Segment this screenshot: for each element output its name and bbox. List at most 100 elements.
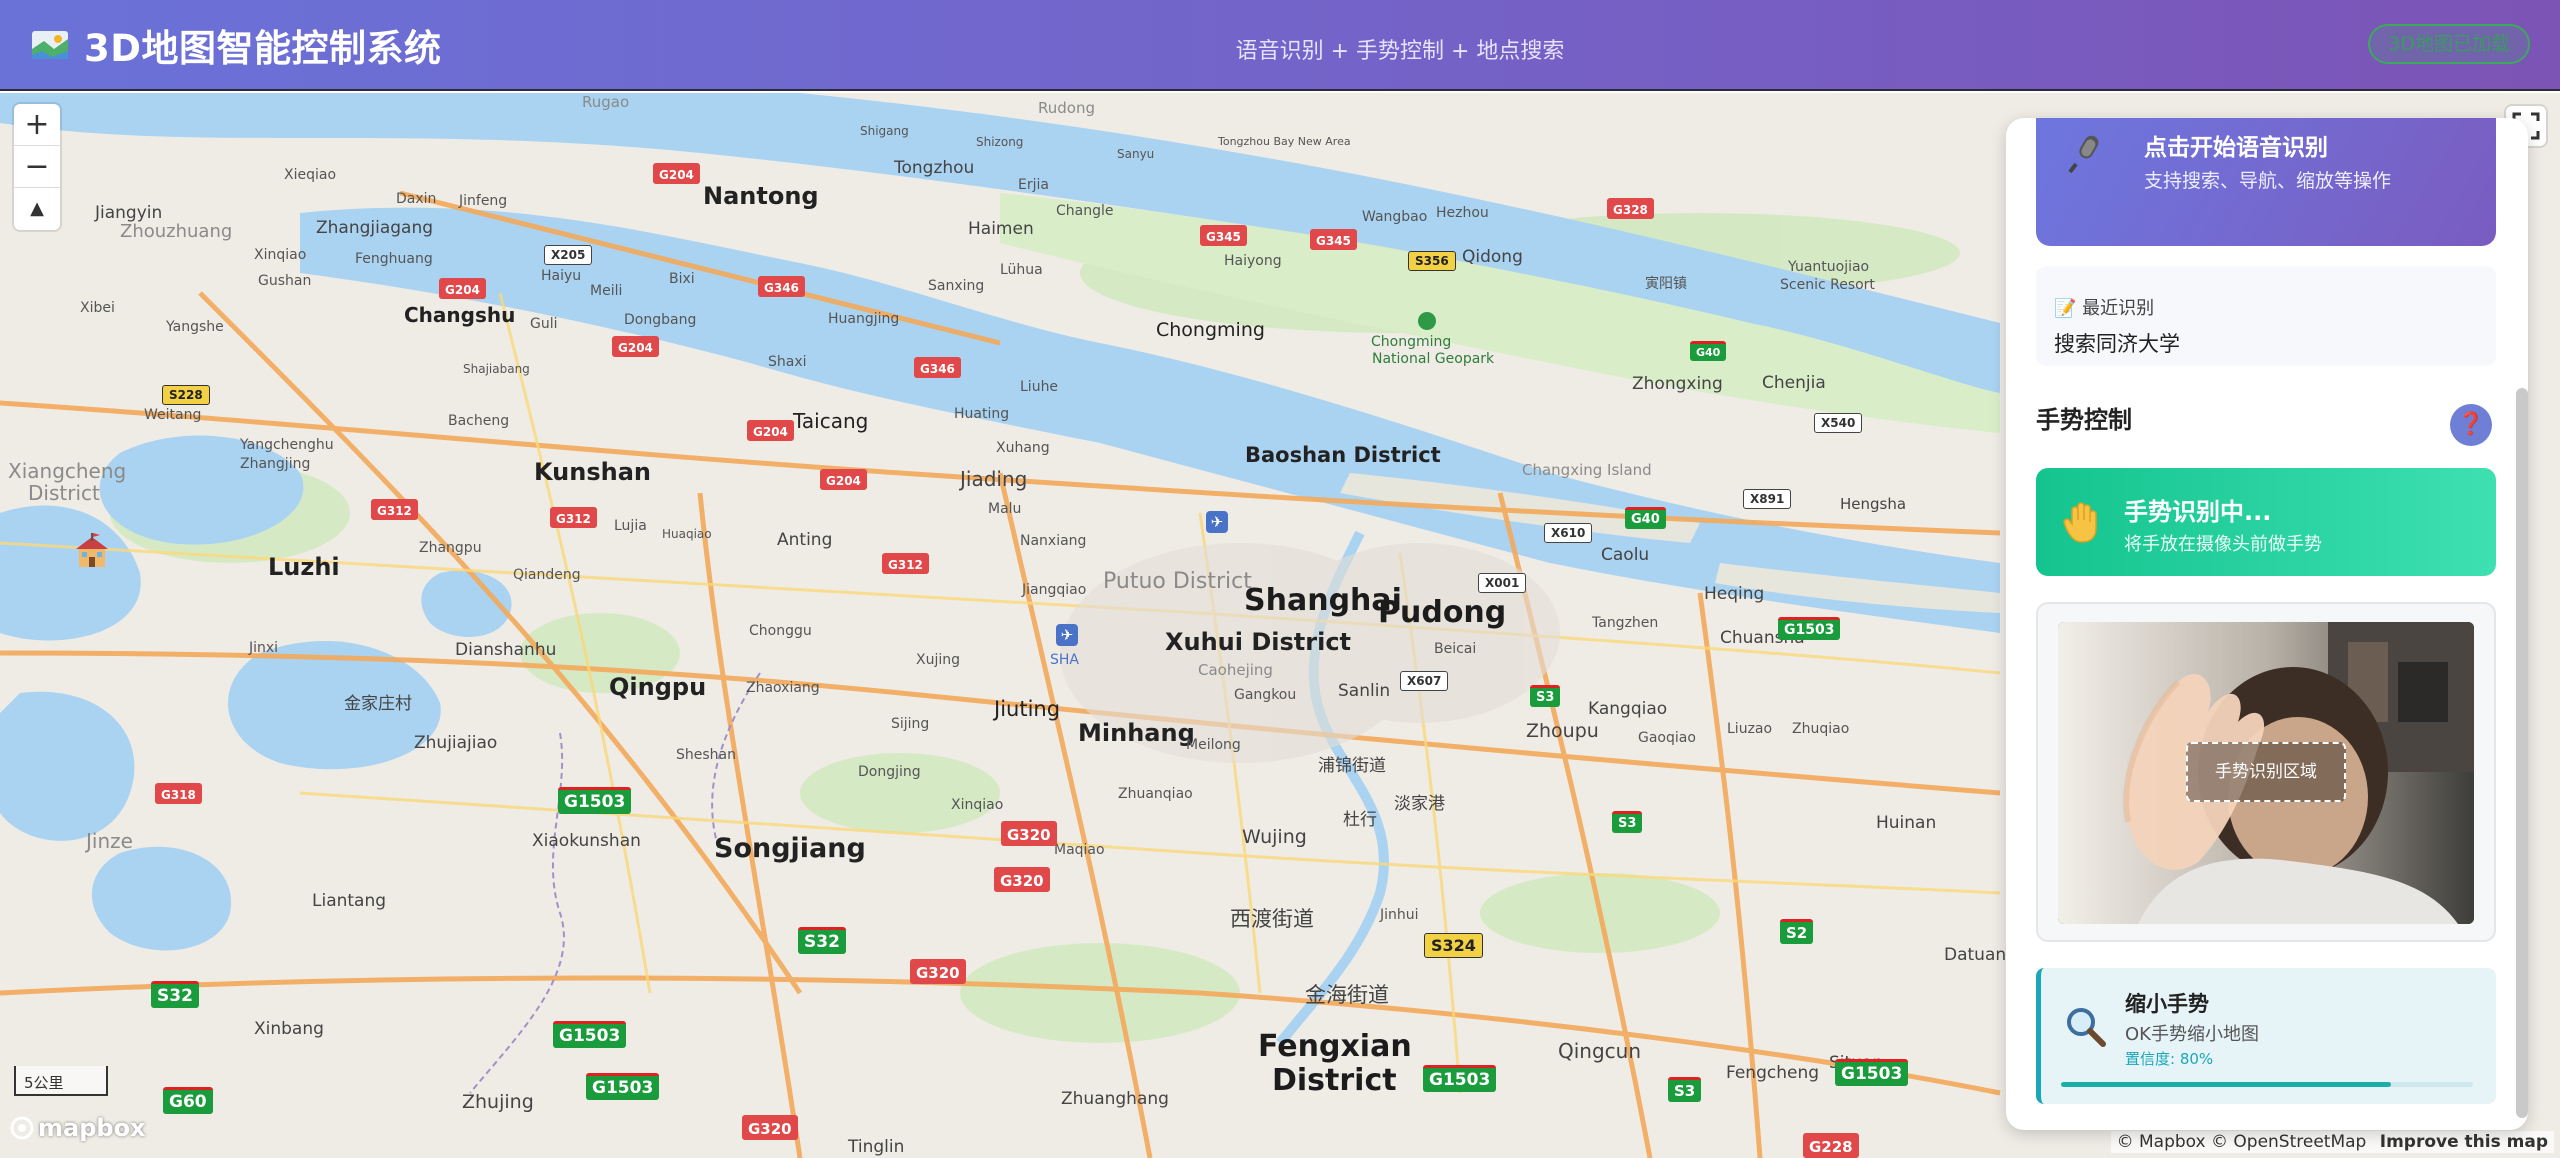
map-label-zhuanqiao: Zhuanqiao	[1118, 786, 1193, 802]
improve-map-link[interactable]: Improve this map	[2380, 1132, 2548, 1152]
map-label-qidong: Qidong	[1462, 247, 1523, 267]
road-shield-g312: G312	[550, 507, 597, 528]
map-label-xinqiao2: Xinqiao	[254, 247, 307, 263]
map-label-chongming-geopark: Chongming	[1371, 334, 1452, 350]
map-label-meili: Meili	[590, 283, 623, 299]
map-label-waixie: Gaoqiao	[1638, 730, 1696, 746]
map-label-bixi: Bixi	[669, 271, 695, 287]
map-label-shigang: Shigang	[860, 124, 909, 138]
map-label-nanxiang: Nanxiang	[1020, 533, 1087, 549]
map-label-qiandeng: Qiandeng	[513, 567, 581, 583]
map-label-dianshanhu: Dianshanhu	[455, 640, 557, 660]
map-label-zhuanghang: Zhuanghang	[1061, 1089, 1169, 1109]
map-label-qingcun: Qingcun	[1558, 1039, 1642, 1063]
attribution-text[interactable]: © Mapbox © OpenStreetMap	[2117, 1132, 2367, 1152]
map-label-baoshan: Baoshan District	[1245, 443, 1441, 467]
map-label-songjiang: Songjiang	[714, 833, 866, 864]
road-shield-x540: X540	[1814, 413, 1863, 433]
airport-icon[interactable]: ✈	[1056, 624, 1078, 646]
map-label-shizong: Shizong	[976, 135, 1024, 149]
map-label-zhujiajiao: Zhujiajiao	[414, 733, 498, 753]
road-shield-s228: S228	[162, 385, 210, 405]
map-label-haiyong: Haiyong	[1224, 253, 1282, 269]
road-shield-g320: G320	[994, 867, 1050, 892]
map-label-gushan: Gushan	[258, 273, 312, 289]
map-label-erjia: Erjia	[1018, 177, 1049, 193]
map-scale-bar: 5公里	[14, 1066, 108, 1096]
map-label-sanlin: Sanlin	[1338, 681, 1391, 701]
map-label-yinyang: 寅阳镇	[1645, 276, 1687, 292]
map-label-gangkou: Gangkou	[1234, 687, 1297, 703]
road-shield-x001: X001	[1478, 573, 1527, 593]
map-label-tongzhou-bay: Tongzhou Bay New Area	[1218, 135, 1351, 148]
zoom-in-button[interactable]: +	[14, 104, 60, 146]
road-shield-s32: S32	[798, 927, 846, 954]
map-label-fenghuang: Fenghuang	[355, 251, 433, 267]
map-label-kunshan: Kunshan	[534, 458, 651, 486]
map-label-jiuting: Jiuting	[994, 697, 1061, 721]
voice-recognition-button[interactable]: 点击开始语音识别 支持搜索、导航、缩放等操作	[2036, 118, 2496, 246]
app-header: 3D地图智能控制系统 语音识别 + 手势控制 + 地点搜索 3D地图已加载	[0, 0, 2560, 91]
map-label-weitang: Weitang	[144, 407, 202, 423]
map-label-scenic-resort: Scenic Resort	[1780, 277, 1875, 293]
road-shield-x607: X607	[1400, 671, 1449, 691]
map-label-wangbao: Wangbao	[1362, 209, 1428, 225]
road-shield-g1503: G1503	[1778, 617, 1841, 640]
map-label-fengcheng: Fengcheng	[1726, 1063, 1820, 1083]
road-shield-s3: S3	[1668, 1077, 1702, 1102]
road-shield-s356: S356	[1408, 251, 1456, 271]
hand-icon	[2062, 500, 2100, 544]
map-label-lujia: Lujia	[614, 518, 647, 534]
map-label-zhangjing: Zhangjing	[240, 456, 311, 472]
map-label-malu: Malu	[988, 501, 1022, 517]
park-marker-icon[interactable]	[1418, 312, 1436, 330]
map-label-danjiagang: 淡家港	[1394, 794, 1445, 814]
airport-icon[interactable]: ✈	[1206, 511, 1228, 533]
map-label-huating: Huating	[954, 406, 1010, 422]
map-label-pudong: Pudong	[1378, 595, 1507, 630]
map-label-maqiao: Maqiao	[1054, 842, 1105, 858]
map-label-xinqiao: Xinqiao	[951, 797, 1004, 813]
map-label-liantang: Liantang	[312, 891, 387, 911]
map-label-sanxing: Sanxing	[928, 278, 985, 294]
map-label-caolu: Caolu	[1601, 545, 1650, 565]
map-label-xieqiao: Xieqiao	[284, 167, 337, 183]
map-label-geopark: National Geopark	[1372, 351, 1495, 367]
map-label-daxin: Daxin	[396, 191, 437, 207]
road-shield-g1503: G1503	[1423, 1065, 1497, 1092]
map-label-xuhui: Xuhui District	[1165, 628, 1352, 656]
gesture-status-card[interactable]: 手势识别中... 将手放在摄像头前做手势	[2036, 468, 2496, 576]
map-label-jinhui: Jinhui	[1380, 907, 1419, 923]
road-shield-g1503: G1503	[586, 1073, 660, 1100]
map-label-xidu: 西渡街道	[1230, 907, 1314, 931]
gesture-status-subtitle: 将手放在摄像头前做手势	[2124, 534, 2322, 555]
road-shield-x610: X610	[1544, 523, 1593, 543]
map-label-huangjing: Huangjing	[828, 311, 900, 327]
camera-feed: 手势识别区域	[2058, 622, 2474, 924]
header-subtitle: 语音识别 + 手势控制 + 地点搜索	[1235, 39, 1565, 64]
gesture-confidence-text: 置信度: 80%	[2125, 1050, 2214, 1068]
school-marker-icon[interactable]	[72, 531, 112, 571]
map-label-qingpu: Qingpu	[609, 673, 707, 701]
zoom-out-button[interactable]: −	[14, 146, 60, 188]
map-label-xibei: Xibei	[80, 300, 115, 316]
mapbox-logo-text: mapbox	[38, 1114, 146, 1142]
road-shield-s2: S2	[1780, 919, 1814, 944]
map-label-wujing: Wujing	[1242, 826, 1307, 848]
compass-button[interactable]: ▲	[14, 188, 60, 230]
map-label-sha: SHA	[1050, 652, 1079, 668]
map-label-chenjia: Chenjia	[1762, 373, 1826, 393]
mapbox-logo[interactable]: mapbox	[10, 1114, 146, 1142]
map-label-caohejing: Caohejing	[1198, 661, 1273, 679]
map-label-fengxian: Fengxian	[1258, 1029, 1412, 1064]
help-button[interactable]: ❓	[2450, 404, 2492, 446]
map-label-zhangpu: Zhangpu	[419, 540, 482, 556]
road-shield-g318: G318	[155, 783, 202, 804]
map-label-yangshe: Yangshe	[166, 319, 224, 335]
map-label-shaxi: Shaxi	[768, 354, 807, 370]
panel-scrollbar[interactable]	[2516, 388, 2528, 1118]
road-shield-g204: G204	[612, 336, 659, 357]
confidence-bar	[2061, 1082, 2473, 1087]
map-label-zhaoxiang: Zhaoxiang	[746, 680, 820, 696]
gesture-result-description: OK手势缩小地图	[2125, 1024, 2259, 1045]
